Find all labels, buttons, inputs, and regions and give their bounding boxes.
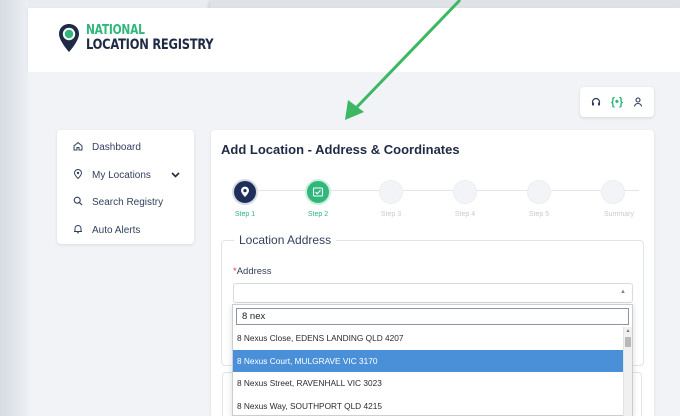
- utility-toolbar: {•}: [580, 87, 654, 117]
- address-options-list: 8 Nexus Close, EDENS LANDING QLD 4207 8 …: [233, 327, 623, 416]
- location-pin-icon: [71, 168, 85, 182]
- step-4-label: Step 4: [454, 211, 476, 218]
- app-header: NATIONAL LOCATION REGISTRY: [28, 8, 680, 72]
- step-2-label: Step 2: [307, 211, 329, 218]
- address-option[interactable]: 8 Nexus Way, SOUTHPORT QLD 4215: [233, 395, 623, 416]
- user-icon[interactable]: [631, 97, 645, 107]
- section-title: Location Address: [234, 233, 337, 247]
- brand-logo[interactable]: NATIONAL LOCATION REGISTRY: [58, 23, 241, 53]
- map-check-icon: [312, 187, 324, 197]
- sidebar-item-label: Dashboard: [92, 142, 141, 154]
- step-5-indicator[interactable]: [527, 180, 551, 204]
- address-label-text: Address: [236, 266, 272, 277]
- address-option[interactable]: 8 Nexus Close, EDENS LANDING QLD 4207: [233, 327, 623, 350]
- sidebar-item-my-locations[interactable]: My Locations: [57, 162, 194, 190]
- address-option-selected[interactable]: 8 Nexus Court, MULGRAVE VIC 3170: [233, 349, 623, 372]
- sidebar-item-auto-alerts[interactable]: Auto Alerts: [57, 217, 194, 245]
- address-option[interactable]: 8 Nexus Street, RAVENHALL VIC 3023: [233, 372, 623, 395]
- step-4-indicator[interactable]: [453, 180, 477, 204]
- sidebar-item-search-registry[interactable]: Search Registry: [57, 189, 194, 217]
- home-icon: [71, 141, 85, 154]
- step-1-indicator[interactable]: [232, 179, 258, 205]
- address-label: *Address: [233, 266, 272, 277]
- page-left-edge: [0, 0, 28, 416]
- sidebar-item-label: My Locations: [92, 169, 151, 181]
- location-pin-icon: [241, 186, 249, 197]
- address-search-input[interactable]: [236, 308, 629, 325]
- scrollbar-thumb[interactable]: [625, 337, 631, 347]
- overlay-window-edge: [210, 0, 680, 8]
- chevron-down-icon[interactable]: [171, 170, 180, 181]
- brand-line-2: LOCATION REGISTRY: [86, 37, 214, 53]
- step-3-indicator[interactable]: [379, 180, 403, 204]
- step-2-indicator[interactable]: [305, 179, 331, 205]
- code-brackets-icon[interactable]: {•}: [610, 96, 624, 108]
- summary-step-label: Summary: [604, 211, 634, 218]
- brand-line-1: NATIONAL: [86, 23, 145, 38]
- bell-icon: [71, 224, 85, 237]
- caret-up-icon: ▲: [620, 289, 626, 295]
- address-select[interactable]: ▲: [233, 283, 633, 303]
- sidebar-item-label: Auto Alerts: [92, 224, 141, 236]
- search-icon: [71, 196, 85, 209]
- sidebar-item-dashboard[interactable]: Dashboard: [57, 134, 194, 162]
- sidebar-item-label: Search Registry: [92, 197, 164, 209]
- address-dropdown: 8 Nexus Close, EDENS LANDING QLD 4207 8 …: [232, 304, 633, 416]
- page-title: Add Location - Address & Coordinates: [221, 142, 460, 157]
- dropdown-scrollbar[interactable]: ▲: [623, 327, 632, 416]
- step-1-label: Step 1: [234, 211, 256, 218]
- step-5-label: Step 5: [528, 211, 550, 218]
- sidebar-nav: Dashboard My Locations Search Registry A…: [57, 130, 194, 244]
- summary-step-indicator[interactable]: [601, 180, 625, 204]
- location-pin-logo-icon: [59, 24, 79, 52]
- step-3-label: Step 3: [380, 211, 402, 218]
- headset-icon[interactable]: [589, 97, 603, 107]
- scroll-up-arrow-icon[interactable]: ▲: [624, 328, 632, 334]
